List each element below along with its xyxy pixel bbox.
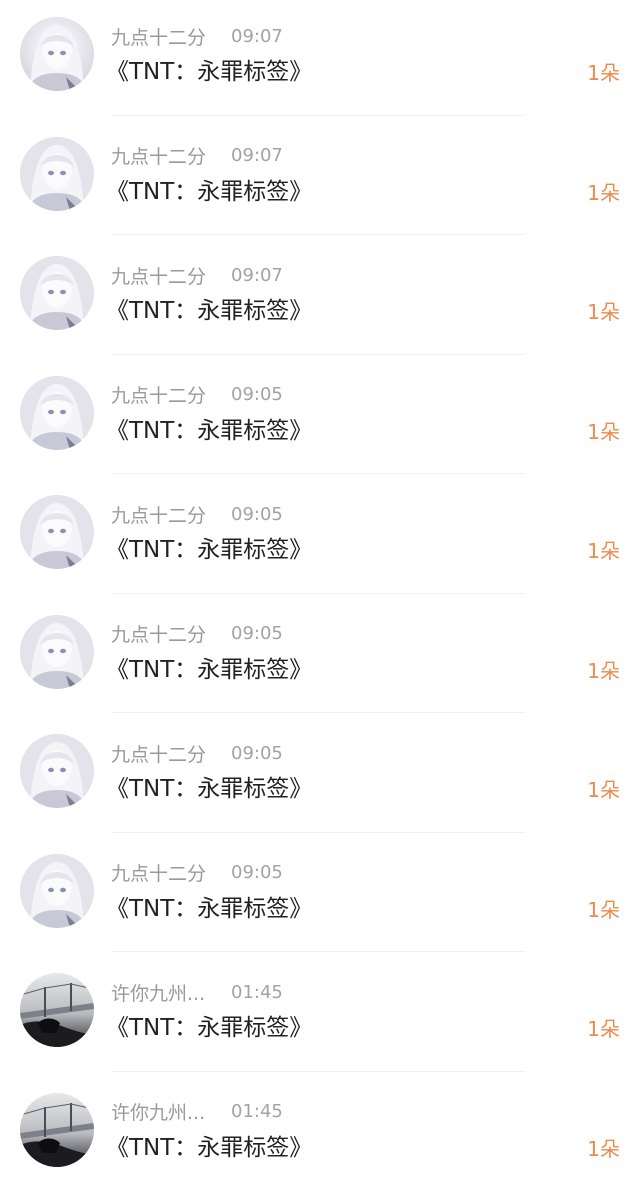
user-avatar[interactable] [20,137,94,211]
anime-girl-avatar-icon [20,137,94,211]
gift-record-item[interactable]: 九点十二分 09:07 《TNT：永罪标签》 1朵 [0,0,640,120]
book-title: 《TNT：永罪标签》 [106,653,312,687]
user-avatar[interactable] [20,256,94,330]
anime-girl-avatar-icon [20,17,94,91]
anime-girl-avatar-icon [20,256,94,330]
record-meta: 许你九州... 01:45 [111,1098,283,1126]
record-meta: 九点十二分 09:07 [111,22,283,50]
gift-record-item[interactable]: 九点十二分 09:05 《TNT：永罪标签》 1朵 [0,598,640,718]
record-meta: 九点十二分 09:05 [111,381,283,409]
record-meta: 许你九州... 01:45 [111,978,283,1006]
divider [111,234,525,235]
book-title: 《TNT：永罪标签》 [106,175,312,209]
user-avatar[interactable] [20,615,94,689]
gift-record-item[interactable]: 许你九州... 01:45 《TNT：永罪标签》 1朵 [0,1076,640,1195]
divider [111,1071,525,1072]
gift-count: 1朵 [587,178,620,208]
record-meta: 九点十二分 09:05 [111,739,283,767]
gift-count: 1朵 [587,656,620,686]
gift-record-item[interactable]: 九点十二分 09:07 《TNT：永罪标签》 1朵 [0,120,640,240]
user-avatar[interactable] [20,973,94,1047]
user-avatar[interactable] [20,1093,94,1167]
user-name[interactable]: 九点十二分 [111,381,231,408]
gift-count: 1朵 [587,417,620,447]
record-time: 09:07 [231,26,283,47]
user-name[interactable]: 九点十二分 [111,620,231,647]
anime-girl-avatar-icon [20,376,94,450]
anime-girl-avatar-icon [20,854,94,928]
user-avatar[interactable] [20,376,94,450]
divider [111,593,525,594]
record-time: 09:07 [231,265,283,286]
record-time: 09:05 [231,743,283,764]
anime-girl-avatar-icon [20,615,94,689]
user-avatar[interactable] [20,854,94,928]
user-avatar[interactable] [20,17,94,91]
divider [111,473,525,474]
record-time: 09:05 [231,862,283,883]
record-meta: 九点十二分 09:05 [111,859,283,887]
divider [111,712,525,713]
gift-record-item[interactable]: 九点十二分 09:05 《TNT：永罪标签》 1朵 [0,478,640,598]
divider [111,354,525,355]
book-title: 《TNT：永罪标签》 [106,1131,312,1165]
user-name[interactable]: 九点十二分 [111,262,231,289]
record-time: 09:05 [231,384,283,405]
book-title: 《TNT：永罪标签》 [106,414,312,448]
divider [111,951,525,952]
book-title: 《TNT：永罪标签》 [106,1011,312,1045]
record-time: 09:05 [231,504,283,525]
book-title: 《TNT：永罪标签》 [106,55,312,89]
user-name[interactable]: 许你九州... [111,979,231,1006]
record-time: 09:05 [231,623,283,644]
record-meta: 九点十二分 09:05 [111,620,283,648]
user-name[interactable]: 九点十二分 [111,501,231,528]
record-time: 01:45 [231,1101,283,1122]
user-name[interactable]: 许你九州... [111,1098,231,1125]
book-title: 《TNT：永罪标签》 [106,892,312,926]
record-meta: 九点十二分 09:07 [111,261,283,289]
bridge-photo-avatar-icon [20,973,94,1047]
record-time: 01:45 [231,982,283,1003]
anime-girl-avatar-icon [20,495,94,569]
book-title: 《TNT：永罪标签》 [106,294,312,328]
user-name[interactable]: 九点十二分 [111,23,231,50]
user-name[interactable]: 九点十二分 [111,740,231,767]
user-avatar[interactable] [20,734,94,808]
gift-record-item[interactable]: 九点十二分 09:05 《TNT：永罪标签》 1朵 [0,717,640,837]
gift-count: 1朵 [587,895,620,925]
gift-count: 1朵 [587,297,620,327]
record-time: 09:07 [231,145,283,166]
gift-record-item[interactable]: 许你九州... 01:45 《TNT：永罪标签》 1朵 [0,956,640,1076]
record-meta: 九点十二分 09:07 [111,142,283,170]
gift-count: 1朵 [587,58,620,88]
gift-record-item[interactable]: 九点十二分 09:05 《TNT：永罪标签》 1朵 [0,837,640,957]
gift-record-item[interactable]: 九点十二分 09:05 《TNT：永罪标签》 1朵 [0,359,640,479]
gift-record-item[interactable]: 九点十二分 09:07 《TNT：永罪标签》 1朵 [0,239,640,359]
divider [111,832,525,833]
gift-count: 1朵 [587,1134,620,1164]
gift-count: 1朵 [587,1014,620,1044]
bridge-photo-avatar-icon [20,1093,94,1167]
record-meta: 九点十二分 09:05 [111,500,283,528]
user-name[interactable]: 九点十二分 [111,859,231,886]
book-title: 《TNT：永罪标签》 [106,533,312,567]
user-avatar[interactable] [20,495,94,569]
book-title: 《TNT：永罪标签》 [106,772,312,806]
gift-count: 1朵 [587,536,620,566]
gift-record-list: 九点十二分 09:07 《TNT：永罪标签》 1朵 九点十二分 09:07 《T… [0,0,640,1195]
divider [111,115,525,116]
user-name[interactable]: 九点十二分 [111,142,231,169]
anime-girl-avatar-icon [20,734,94,808]
gift-count: 1朵 [587,775,620,805]
